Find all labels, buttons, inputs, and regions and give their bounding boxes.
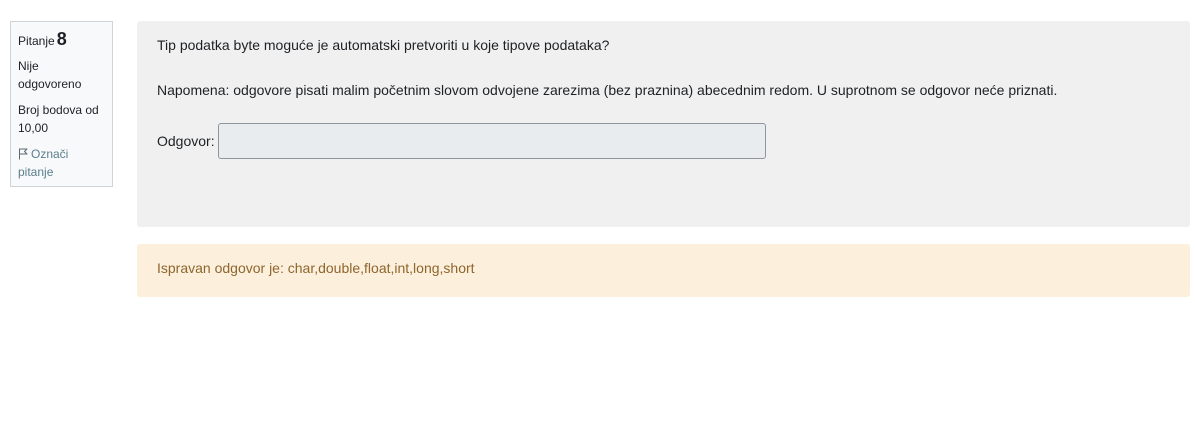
answer-row: Odgovor: bbox=[157, 123, 1170, 159]
flag-icon bbox=[18, 147, 28, 160]
question-number-value: 8 bbox=[56, 29, 67, 49]
flag-question-link[interactable]: Označi pitanje bbox=[18, 145, 105, 181]
answer-label: Odgovor: bbox=[157, 133, 215, 149]
question-text: Tip podatka byte moguće je automatski pr… bbox=[157, 37, 610, 53]
answer-input[interactable] bbox=[217, 123, 766, 159]
question-note: Napomena: odgovore pisati malim početnim… bbox=[157, 82, 1058, 98]
question-grade: Broj bodova od 10,00 bbox=[18, 103, 99, 135]
question-number: Pitanje 8 bbox=[18, 29, 105, 51]
question-info-panel: Pitanje 8 Nije odgovoreno Broj bodova od … bbox=[10, 21, 113, 187]
question-label: Pitanje bbox=[18, 34, 55, 48]
question-formulation: Tip podatka byte moguće je automatski pr… bbox=[137, 21, 1190, 227]
right-answer: Ispravan odgovor je: char,double,float,i… bbox=[157, 260, 475, 276]
question-outcome: Ispravan odgovor je: char,double,float,i… bbox=[137, 244, 1190, 297]
question-state: Nije odgovoreno bbox=[18, 59, 82, 91]
